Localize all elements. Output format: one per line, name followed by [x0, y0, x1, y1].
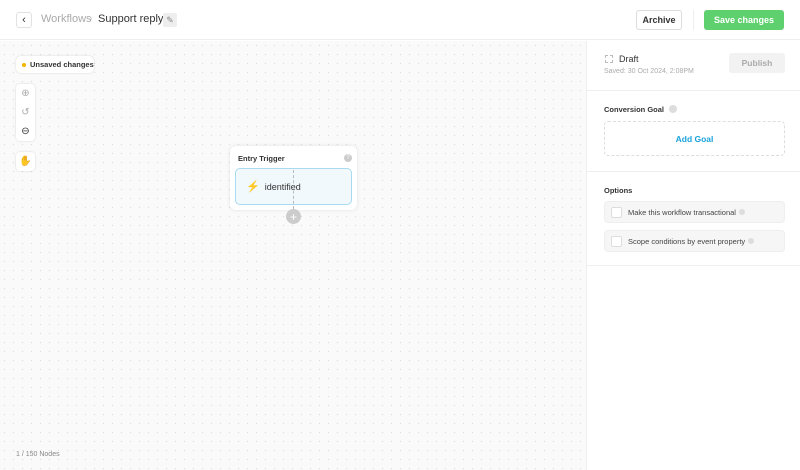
zoom-controls: ⊕ ↺ ⊖ — [16, 84, 35, 141]
trigger-label: identified — [265, 182, 301, 192]
header: ‹ Workflows › Support reply ✎ Archive Sa… — [0, 0, 800, 40]
page-title: Support reply — [98, 13, 163, 25]
status-dot-icon — [22, 63, 26, 67]
edit-title-button[interactable]: ✎ — [163, 13, 177, 27]
checkbox[interactable] — [611, 207, 622, 218]
draft-status: Draft — [619, 54, 639, 64]
chevron-left-icon: ‹ — [22, 14, 26, 26]
zoom-in-icon[interactable]: ⊕ — [16, 84, 35, 103]
node-count: 1 / 150 Nodes — [16, 451, 60, 458]
workflow-canvas[interactable]: Unsaved changes ⊕ ↺ ⊖ ✋ Entry Trigger ? … — [0, 41, 586, 470]
option-label: Scope conditions by event property — [628, 237, 745, 246]
info-icon[interactable] — [739, 209, 745, 215]
save-changes-button[interactable]: Save changes — [704, 10, 784, 30]
reset-icon[interactable]: ↺ — [16, 103, 35, 122]
divider — [587, 171, 800, 172]
option-label: Make this workflow transactional — [628, 208, 736, 217]
options-heading: Options — [604, 186, 632, 195]
saved-timestamp: Saved: 30 Oct 2024, 2:08PM — [604, 68, 694, 75]
divider — [587, 265, 800, 266]
breadcrumb-workflows[interactable]: Workflows — [41, 13, 92, 25]
add-goal-button[interactable]: Add Goal — [604, 121, 785, 156]
zoom-out-icon[interactable]: ⊖ — [16, 122, 35, 141]
breadcrumb-separator: › — [89, 13, 92, 24]
pencil-icon: ✎ — [166, 15, 174, 26]
unsaved-changes-badge: Unsaved changes — [16, 56, 94, 73]
publish-button[interactable]: Publish — [729, 53, 785, 73]
draft-status-icon — [605, 55, 613, 63]
conversion-goal-label: Conversion Goal — [604, 105, 664, 114]
lightning-icon: ⚡ — [246, 180, 260, 193]
option-transactional[interactable]: Make this workflow transactional — [604, 201, 785, 223]
info-icon[interactable] — [748, 238, 754, 244]
divider — [693, 10, 694, 30]
pan-hand-icon[interactable]: ✋ — [16, 152, 35, 171]
back-button[interactable]: ‹ — [16, 12, 32, 28]
connector-line — [293, 170, 294, 209]
settings-panel: Draft Saved: 30 Oct 2024, 2:08PM Publish… — [586, 41, 800, 470]
node-title: Entry Trigger — [238, 154, 285, 163]
conversion-goal-heading: Conversion Goal — [604, 105, 677, 114]
archive-button[interactable]: Archive — [636, 10, 682, 30]
help-icon[interactable] — [669, 105, 677, 113]
add-node-button[interactable]: + — [286, 209, 301, 224]
option-scope-conditions[interactable]: Scope conditions by event property — [604, 230, 785, 252]
divider — [587, 90, 800, 91]
help-icon[interactable]: ? — [344, 154, 352, 162]
checkbox[interactable] — [611, 236, 622, 247]
unsaved-label: Unsaved changes — [30, 60, 94, 69]
